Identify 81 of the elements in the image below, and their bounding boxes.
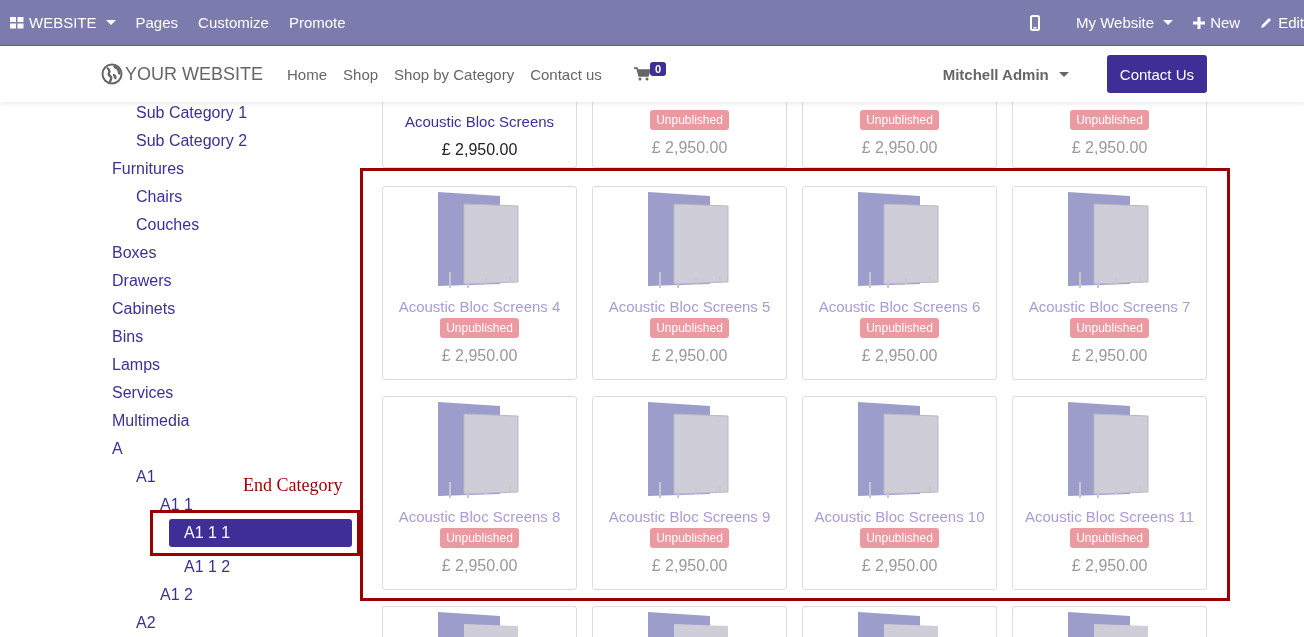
- product-card[interactable]: Unpublished £ 2,950.00: [592, 102, 787, 168]
- product-price: £ 2,950.00: [861, 347, 938, 365]
- unpublished-badge: Unpublished: [1070, 318, 1149, 338]
- unpublished-badge: Unpublished: [1070, 110, 1149, 130]
- unpublished-badge: Unpublished: [440, 528, 519, 548]
- product-card[interactable]: Unpublished £ 2,950.00: [1012, 102, 1207, 168]
- plus-icon: [1193, 16, 1206, 29]
- product-card[interactable]: Acoustic Bloc Screens 7 Unpublished £ 2,950.00: [1012, 186, 1207, 380]
- unpublished-badge: Unpublished: [650, 110, 729, 130]
- category-item[interactable]: A1 1 1: [169, 519, 352, 547]
- category-item[interactable]: Cabinets: [97, 295, 176, 323]
- category-item[interactable]: Drawers: [97, 267, 172, 295]
- product-price: £ 2,950.00: [1071, 139, 1148, 157]
- nav-link[interactable]: Home: [287, 65, 328, 83]
- nav-link[interactable]: Shop: [343, 65, 379, 83]
- nav-link[interactable]: Contact us: [530, 65, 602, 83]
- category-item[interactable]: Lamps: [97, 351, 161, 379]
- nav-link[interactable]: Shop by Category: [394, 65, 515, 83]
- product-card[interactable]: Acoustic Bloc Screens 4 Unpublished £ 2,950.00: [382, 186, 577, 380]
- unpublished-badge: Unpublished: [860, 110, 939, 130]
- product-price: £ 2,950.00: [651, 347, 728, 365]
- product-price: £ 2,950.00: [1071, 347, 1148, 365]
- product-card[interactable]: [1012, 606, 1207, 637]
- product-card[interactable]: Acoustic Bloc Screens 8 Unpublished £ 2,950.00: [382, 396, 577, 590]
- unpublished-badge: Unpublished: [1070, 528, 1149, 548]
- product-price: £ 2,950.00: [441, 347, 518, 365]
- website-logo[interactable]: YOUR WEBSITE: [101, 63, 263, 85]
- grid-icon: [10, 16, 24, 29]
- category-item[interactable]: Chairs: [121, 183, 183, 211]
- category-item[interactable]: Couches: [121, 211, 200, 239]
- top-menu-link[interactable]: Pages: [125, 14, 189, 31]
- product-name[interactable]: Acoustic Bloc Screens: [404, 112, 555, 132]
- product-price: £ 2,950.00: [441, 141, 518, 159]
- mobile-phone-icon[interactable]: [1030, 14, 1041, 31]
- category-item[interactable]: Bins: [97, 323, 144, 351]
- website-menu-button[interactable]: My Website: [1066, 14, 1184, 31]
- unpublished-badge: Unpublished: [440, 318, 519, 338]
- product-card[interactable]: [802, 606, 997, 637]
- user-menu-button[interactable]: Mitchell Admin: [936, 64, 1075, 84]
- annotation-label: End Category: [243, 475, 343, 496]
- unpublished-badge: Unpublished: [650, 528, 729, 548]
- product-card[interactable]: [592, 606, 787, 637]
- category-item[interactable]: A2: [121, 609, 156, 637]
- product-card[interactable]: Acoustic Bloc Screens 9 Unpublished £ 2,950.00: [592, 396, 787, 590]
- cart-count-badge: 0: [649, 62, 666, 76]
- app-menu-button[interactable]: WEBSITE: [10, 14, 126, 31]
- product-card[interactable]: Acoustic Bloc Screens 11 Unpublished £ 2,950.00: [1012, 396, 1207, 590]
- category-item[interactable]: A1 1 2: [169, 553, 231, 581]
- product-card[interactable]: Acoustic Bloc Screens 10 Unpublished £ 2,950.00: [802, 396, 997, 590]
- product-price: £ 2,950.00: [861, 557, 938, 575]
- top-menu-link[interactable]: Customize: [188, 14, 279, 31]
- product-card[interactable]: Unpublished £ 2,950.00: [802, 102, 997, 168]
- category-item[interactable]: Furnitures: [97, 155, 185, 183]
- category-item[interactable]: Multimedia: [97, 407, 190, 435]
- product-price: £ 2,950.00: [861, 139, 938, 157]
- pencil-icon: [1260, 16, 1274, 29]
- category-item[interactable]: A1 2: [145, 581, 193, 609]
- new-button[interactable]: New: [1183, 14, 1251, 31]
- product-card[interactable]: Acoustic Bloc Screens 6 Unpublished £ 2,950.00: [802, 186, 997, 380]
- unpublished-badge: Unpublished: [860, 318, 939, 338]
- cart-icon[interactable]: [633, 67, 650, 81]
- category-item[interactable]: A1: [121, 463, 156, 491]
- unpublished-badge: Unpublished: [650, 318, 729, 338]
- product-price: £ 2,950.00: [1071, 557, 1148, 575]
- product-price: £ 2,950.00: [441, 557, 518, 575]
- contact-us-button[interactable]: Contact Us: [1106, 55, 1207, 93]
- category-item[interactable]: Services: [97, 379, 174, 407]
- edit-button[interactable]: Edit: [1250, 14, 1304, 31]
- product-price: £ 2,950.00: [651, 139, 728, 157]
- product-card[interactable]: Acoustic Bloc Screens 5 Unpublished £ 2,950.00: [592, 186, 787, 380]
- unpublished-badge: Unpublished: [860, 528, 939, 548]
- product-card[interactable]: Acoustic Bloc Screens £ 2,950.00: [382, 102, 577, 168]
- category-item[interactable]: Sub Category 2: [121, 127, 248, 155]
- product-price: £ 2,950.00: [651, 557, 728, 575]
- category-item[interactable]: A1 1: [145, 491, 193, 519]
- globe-icon: [101, 63, 123, 85]
- category-item[interactable]: A: [97, 435, 123, 463]
- product-card[interactable]: [382, 606, 577, 637]
- top-menu-link[interactable]: Promote: [278, 14, 356, 31]
- category-item[interactable]: Sub Category 1: [121, 102, 248, 127]
- category-item[interactable]: Boxes: [97, 239, 157, 267]
